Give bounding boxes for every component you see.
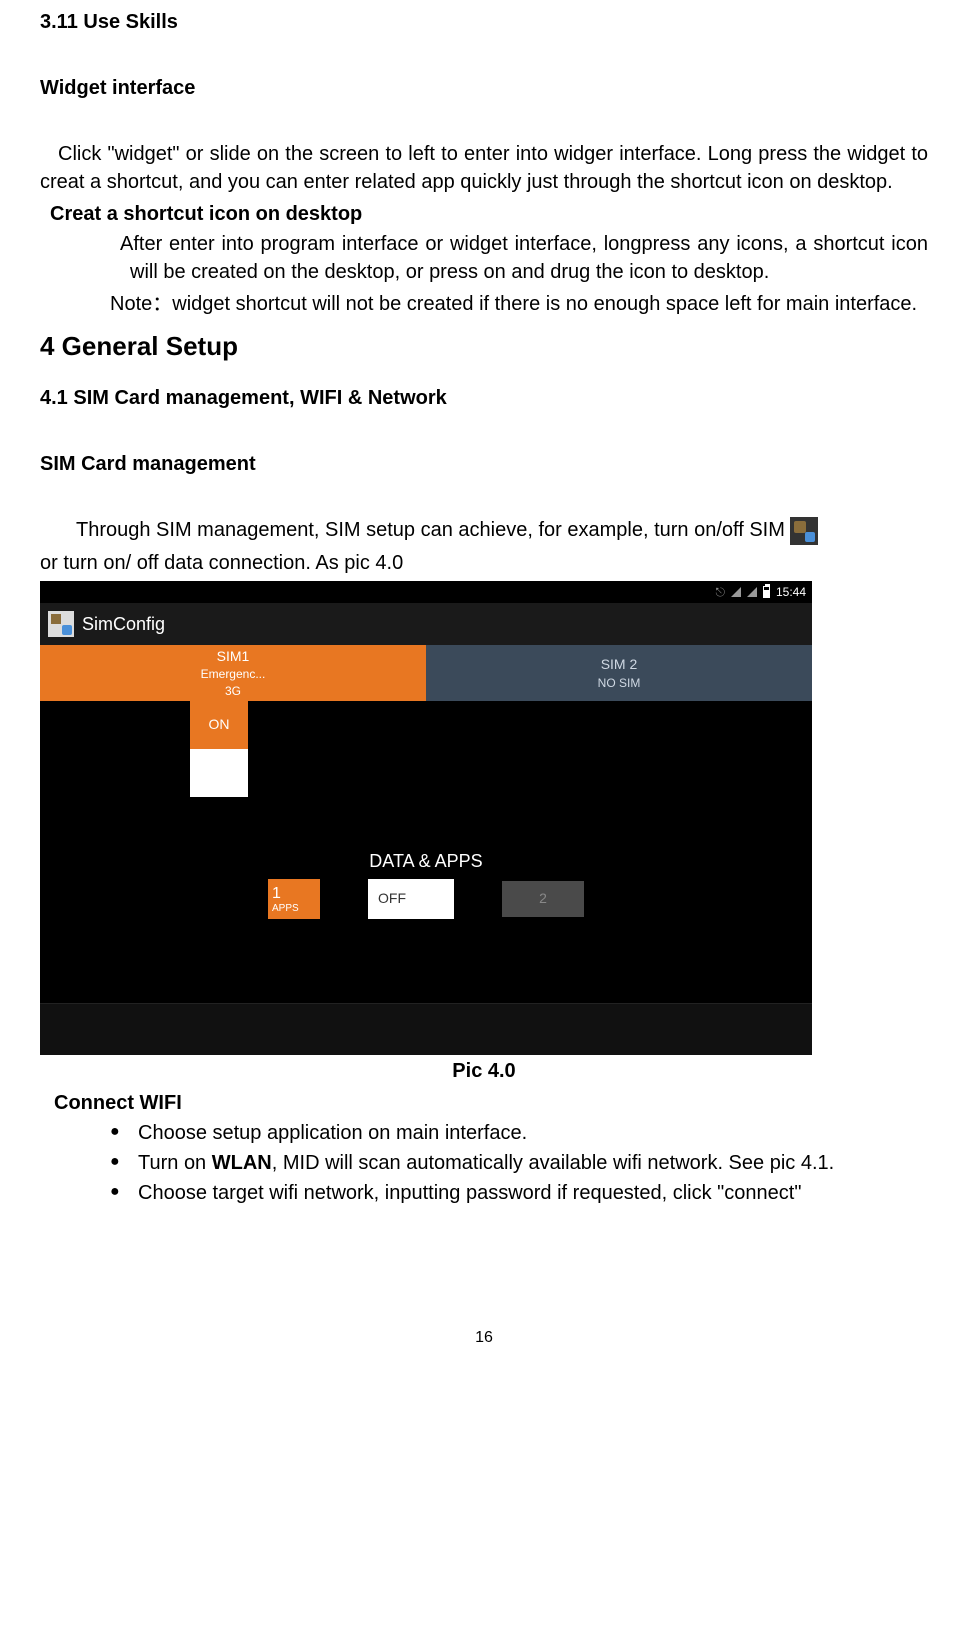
apps-button[interactable]: APPS bbox=[268, 879, 320, 919]
simconfig-icon: SimConfig bbox=[790, 517, 818, 545]
pic-caption: Pic 4.0 bbox=[40, 1057, 928, 1085]
widget-paragraph: Click "widget" or slide on the screen to… bbox=[40, 140, 928, 196]
sim-tabs: SIM1 Emergenc... 3G SIM 2 NO SIM bbox=[40, 645, 812, 701]
status-bar: ⎋ 15:44 bbox=[40, 581, 812, 603]
android-navbar bbox=[40, 1003, 812, 1055]
bullet2-post: , MID will scan automatically available … bbox=[272, 1152, 834, 1174]
shortcut-note: Note：widget shortcut will not be created… bbox=[110, 290, 928, 318]
bullet2-bold: WLAN bbox=[212, 1152, 272, 1174]
heading-4-1: 4.1 SIM Card management, WIFI & Network bbox=[40, 384, 928, 412]
sim2-data-box: 2 bbox=[502, 881, 584, 917]
sim1-line2: Emergenc... bbox=[201, 666, 266, 683]
status-time: 15:44 bbox=[776, 584, 806, 601]
heading-general-setup: 4 General Setup bbox=[40, 328, 928, 364]
screenshot-pic-4-0: ⎋ 15:44 SimConfig SIM1 Emergenc... 3G SI… bbox=[40, 581, 812, 1055]
app-icon bbox=[48, 611, 74, 637]
list-item: Choose target wifi network, inputting pa… bbox=[110, 1179, 928, 1207]
sim1-line3: 3G bbox=[225, 683, 241, 700]
sim-paragraph-line2: or turn on/ off data connection. As pic … bbox=[40, 549, 928, 577]
sim2-line2: NO SIM bbox=[598, 675, 641, 692]
sim-paragraph: Through SIM management, SIM setup can ac… bbox=[40, 516, 928, 545]
center-area: ON DATA & APPS APPS OFF 2 bbox=[40, 701, 812, 1001]
switch-on-cell: ON bbox=[190, 701, 248, 749]
sim2-tab[interactable]: SIM 2 NO SIM bbox=[426, 645, 812, 701]
heading-3-11: 3.11 Use Skills bbox=[40, 8, 928, 36]
signal-icon bbox=[731, 587, 741, 597]
list-item: Choose setup application on main interfa… bbox=[110, 1119, 928, 1147]
heading-sim-management: SIM Card management bbox=[40, 450, 928, 478]
heading-create-shortcut: Creat a shortcut icon on desktop bbox=[50, 200, 928, 228]
switch-off-cell bbox=[190, 749, 248, 797]
sim1-tab[interactable]: SIM1 Emergenc... 3G bbox=[40, 645, 426, 701]
heading-connect-wifi: Connect WIFI bbox=[54, 1089, 928, 1117]
shortcut-paragraph-1: After enter into program interface or wi… bbox=[130, 230, 928, 286]
sim-paragraph-text-before: Through SIM management, SIM setup can ac… bbox=[76, 519, 785, 541]
page-number: 16 bbox=[40, 1327, 928, 1349]
list-item: Turn on WLAN, MID will scan automaticall… bbox=[110, 1149, 928, 1177]
sim-on-off-switch[interactable]: ON bbox=[190, 701, 248, 797]
bullet2-pre: Turn on bbox=[138, 1152, 212, 1174]
signal-icon-2 bbox=[747, 587, 757, 597]
wifi-bullet-list: Choose setup application on main interfa… bbox=[110, 1119, 928, 1207]
heading-widget-interface: Widget interface bbox=[40, 74, 928, 102]
sim1-name: SIM1 bbox=[217, 647, 250, 667]
app-title: SimConfig bbox=[82, 612, 165, 637]
bottom-row: APPS OFF 2 bbox=[268, 879, 584, 919]
sim2-name: SIM 2 bbox=[601, 655, 638, 675]
data-apps-label: DATA & APPS bbox=[369, 849, 482, 874]
bluetooth-icon: ⎋ bbox=[715, 584, 725, 601]
battery-icon bbox=[763, 586, 770, 598]
app-bar: SimConfig bbox=[40, 603, 812, 645]
data-off-box[interactable]: OFF bbox=[368, 879, 454, 919]
